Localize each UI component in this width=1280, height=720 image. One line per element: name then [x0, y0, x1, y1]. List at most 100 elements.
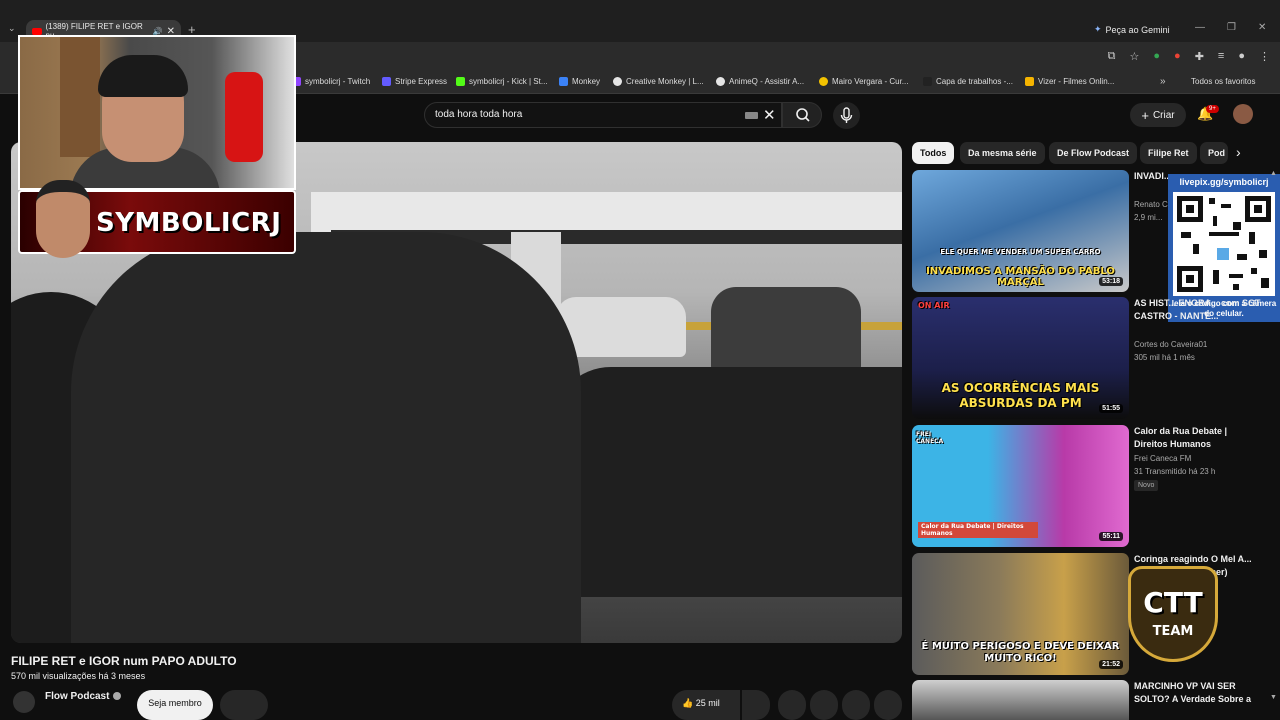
thumbnail-text: ON AIR [918, 301, 950, 310]
close-window-icon[interactable]: ✕ [1258, 22, 1266, 33]
extension-green-icon[interactable]: ● [1153, 50, 1160, 63]
thumbnail-text: FREI CANECA [916, 431, 944, 445]
bookmark-item[interactable]: Vizer - Filmes Onlin... [1025, 77, 1114, 86]
vizer-icon [1025, 77, 1034, 86]
bookmark-item[interactable]: Monkey [559, 77, 600, 86]
streamer-avatar [36, 180, 90, 258]
toolbar-icons: ⧉ ☆ ● ● ✚ ≡ ● ⋮ [1108, 50, 1270, 63]
minimize-icon[interactable]: — [1195, 22, 1205, 33]
bookmark-star-icon[interactable]: ☆ [1130, 50, 1140, 63]
bookmark-label: symbolicrj - Kick | St... [469, 77, 548, 86]
bookmark-label: Mairo Vergara - Cur... [832, 77, 909, 86]
extensions-puzzle-icon[interactable]: ✚ [1195, 50, 1204, 63]
chip-same-series[interactable]: Da mesma série [960, 142, 1045, 164]
profile-icon[interactable]: ● [1238, 50, 1245, 63]
video-title[interactable]: AS HIST... ENGRA... com SGT CASTRO - NAN… [1134, 297, 1262, 323]
install-app-icon[interactable]: ⧉ [1108, 50, 1116, 63]
gemini-label: Peça ao Gemini [1105, 24, 1170, 35]
channel-name-main[interactable]: Flow Podcast [45, 691, 109, 702]
tab-search-icon[interactable]: ⌄ [8, 23, 16, 34]
channel-name[interactable]: Renato C... [1134, 200, 1168, 209]
microphone-icon [840, 107, 853, 123]
notifications-badge: 9+ [1206, 105, 1219, 113]
search-input[interactable]: toda hora toda hora [424, 102, 782, 128]
bookmark-item[interactable]: Capa de trabalhos -... [923, 77, 1013, 86]
ask-gemini-button[interactable]: ✦ Peça ao Gemini [1094, 24, 1170, 35]
video-title[interactable]: Calor da Rua Debate | Direitos Humanos [1134, 425, 1262, 451]
video-title[interactable]: INVADI... PABLO... [1134, 170, 1168, 183]
video-duration: 55:11 [1099, 532, 1123, 541]
all-bookmarks-folder[interactable]: Todos os favoritos [1191, 77, 1255, 86]
channel-name[interactable]: Cortes do Caveira01 [1134, 340, 1207, 349]
like-count: 25 mil [695, 698, 720, 708]
join-membership-button[interactable]: Seja membro [137, 690, 213, 720]
bookmark-label: Stripe Express [395, 77, 448, 86]
video-title-main: FILIPE RET e IGOR num PAPO ADULTO [11, 654, 237, 668]
dislike-button[interactable] [742, 690, 770, 720]
video-duration: 21:52 [1099, 660, 1123, 669]
video-thumbnail[interactable]: FREI CANECA Calor da Rua Debate | Direit… [912, 425, 1129, 547]
channel-avatar[interactable] [13, 691, 35, 713]
thumbnail-text: ELE QUER ME VENDER UM SUPER CARRO [940, 248, 1101, 256]
chip-flow-podcast[interactable]: De Flow Podcast [1049, 142, 1138, 164]
bookmark-label: symbolicrj - Twitch [305, 77, 371, 86]
keyboard-icon[interactable] [745, 112, 758, 119]
clear-search-icon[interactable]: ✕ [763, 106, 776, 124]
bookmark-item[interactable]: symbolicrj - Twitch [292, 77, 370, 86]
video-meta: 2,9 mi... [1134, 213, 1163, 222]
team-logo-overlay: CTT TEAM [1122, 560, 1224, 668]
maximize-icon[interactable]: ❐ [1227, 22, 1236, 33]
video-thumbnail[interactable]: ELE QUER ME VENDER UM SUPER CARRO INVADI… [912, 170, 1129, 292]
youtube-favicon-icon [32, 27, 42, 35]
video-thumbnail[interactable]: ON AIR AS OCORRÊNCIAS MAIS ABSURDAS DA P… [912, 297, 1129, 419]
video-thumbnail[interactable]: É MUITO PERIGOSO E DEVE DEIXAR MUITO RIC… [912, 553, 1129, 675]
thumbs-up-icon: 👍 [682, 698, 694, 708]
bookmarks-overflow-icon[interactable]: » [1160, 76, 1166, 87]
search-icon [796, 108, 810, 122]
voice-search-button[interactable] [833, 102, 860, 129]
bookmark-item[interactable]: AnimeQ - Assistir A... [716, 77, 804, 86]
chevron-right-icon[interactable]: › [1236, 144, 1241, 160]
bookmark-label: Monkey [572, 77, 601, 86]
video-views-date: 570 mil visualizações há 3 meses [11, 671, 146, 681]
like-button[interactable]: 👍 25 mil [672, 690, 740, 720]
media-controls-icon[interactable]: ≡ [1218, 50, 1224, 63]
video-title[interactable]: MARCINHO VP VAI SER SOLTO? A Verdade Sob… [1134, 680, 1262, 706]
webcam-scene [60, 37, 100, 157]
globe-icon [613, 77, 622, 86]
avatar[interactable] [1233, 104, 1253, 124]
chip-todos[interactable]: Todos [912, 142, 955, 164]
share-button[interactable] [778, 690, 806, 720]
more-actions-button[interactable] [874, 690, 902, 720]
save-button[interactable] [842, 690, 870, 720]
streamer-name-overlay: SYMBOLICRJ [18, 180, 296, 258]
create-button[interactable]: + Criar [1130, 103, 1186, 127]
channel-name[interactable]: Frei Caneca FM [1134, 454, 1191, 463]
search-button[interactable] [782, 102, 822, 128]
chip-filipe-ret[interactable]: Filipe Ret [1140, 142, 1197, 164]
bookmark-item[interactable]: symbolicrj - Kick | St... [456, 77, 548, 86]
video-thumbnail[interactable] [912, 680, 1129, 720]
bookmark-item[interactable]: Mairo Vergara - Cur... [819, 77, 908, 86]
subscribe-bell-button[interactable] [220, 690, 268, 720]
browser-menu-icon[interactable]: ⋮ [1259, 50, 1270, 63]
video-scene [711, 287, 861, 372]
create-label: Criar [1152, 109, 1175, 121]
qr-url: livepix.gg/symbolicrj [1179, 177, 1269, 187]
bookmark-item[interactable]: Creative Monkey | L... [613, 77, 704, 86]
team-logo-line2: TEAM [1152, 624, 1194, 639]
video-meta: 31 Transmitido há 23 h [1134, 467, 1216, 476]
extension-red-icon[interactable]: ● [1174, 50, 1181, 63]
mairo-icon [819, 77, 828, 86]
qr-code-icon [1173, 192, 1275, 296]
scroll-up-icon[interactable]: ▲ [1270, 170, 1277, 177]
team-logo-line1: CTT [1143, 586, 1203, 619]
chip-podcast[interactable]: Pod [1200, 142, 1228, 164]
video-scene [551, 367, 902, 597]
doc-icon [923, 77, 932, 86]
bookmark-item[interactable]: Stripe Express [382, 77, 447, 86]
scroll-down-icon[interactable]: ▼ [1270, 694, 1277, 701]
globe-icon [716, 77, 725, 86]
remix-button[interactable] [810, 690, 838, 720]
video-scene [556, 297, 686, 357]
